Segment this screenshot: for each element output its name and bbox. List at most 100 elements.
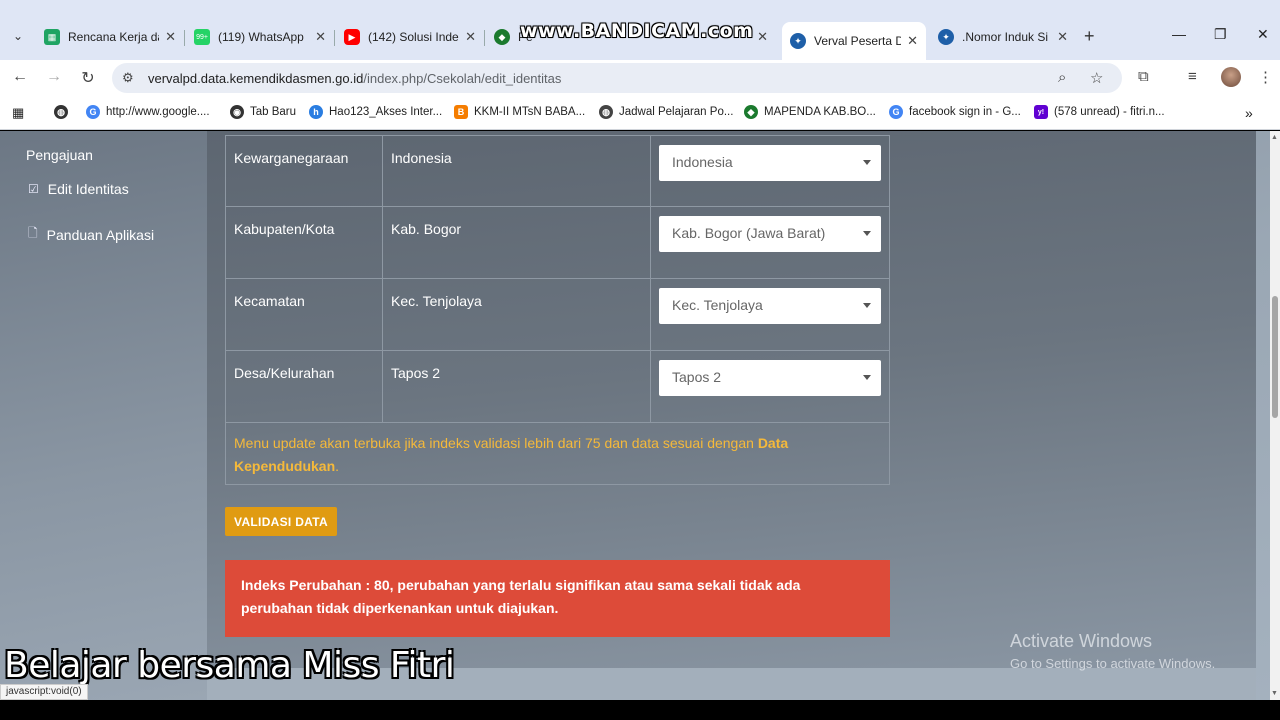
url-text: vervalpd.data.kemendikdasmen.go.id/index… xyxy=(148,71,562,86)
google-icon: G xyxy=(86,105,100,119)
kemenag-icon: ◆ xyxy=(494,29,510,45)
tab-title: (119) WhatsApp xyxy=(218,30,304,44)
scroll-down-icon[interactable]: ▼ xyxy=(1271,690,1278,697)
tab-title: .Nomor Induk Si xyxy=(962,30,1049,44)
reload-button[interactable]: ↻ xyxy=(78,68,98,88)
restore-button[interactable]: ❐ xyxy=(1214,26,1227,43)
youtube-icon: ▶ xyxy=(344,29,360,45)
video-caption: Belajar bersama Miss Fitri xyxy=(4,645,455,686)
close-icon[interactable]: ✕ xyxy=(757,29,768,45)
globe-icon: ◍ xyxy=(599,105,613,119)
globe-icon: ◍ xyxy=(54,105,68,119)
new-tab-button[interactable]: + xyxy=(1084,26,1095,47)
sidebar-heading: Pengajuan xyxy=(26,147,93,163)
bookmark-item[interactable]: B KKM-II MTsN BABA... xyxy=(454,105,585,119)
table-row: Kabupaten/Kota Kab. Bogor Kab. Bogor (Ja… xyxy=(225,207,890,279)
page-content: Pengajuan ☑ Edit Identitas 🗋 Panduan Apl… xyxy=(0,131,1280,700)
tab-search-dropdown[interactable]: ⌄ xyxy=(6,24,30,48)
scrollbar-thumb[interactable] xyxy=(1272,296,1278,418)
edit-icon: ☑ xyxy=(28,182,39,196)
address-bar[interactable]: ⚙ vervalpd.data.kemendikdasmen.go.id/ind… xyxy=(112,63,1122,93)
info-note: Menu update akan terbuka jika indeks val… xyxy=(225,423,890,485)
whatsapp-icon: 99+ xyxy=(194,29,210,45)
bookmarks-bar: ▦ ◍ Ghttp://www.google.... ◉ Tab Baru h Ha… xyxy=(0,96,1280,130)
bookmark-item[interactable]: ◍ Jadwal Pelajaran Po... xyxy=(599,105,733,119)
dropdown-arrow-icon xyxy=(863,303,871,308)
error-alert: Indeks Perubahan : 80, perubahan yang te… xyxy=(225,560,890,637)
field-label: Kewarganegaraan xyxy=(234,150,349,166)
sidebar-item-label: Edit Identitas xyxy=(47,181,129,197)
field-label: Kecamatan xyxy=(234,293,305,309)
sidebar-item-label: Panduan Aplikasi xyxy=(46,226,155,243)
yahoo-icon: y! xyxy=(1034,105,1048,119)
activate-title: Activate Windows xyxy=(1010,631,1153,651)
close-icon[interactable]: ✕ xyxy=(165,29,176,45)
tab-youtube[interactable]: ▶ (142) Solusi Inde ✕ xyxy=(336,22,484,52)
sidebar-item-edit-identitas[interactable]: ☑ Edit Identitas xyxy=(28,181,129,197)
kemenag-icon: ◆ xyxy=(744,105,758,119)
bookmark-item[interactable]: Ghttp://www.google.... xyxy=(86,105,210,119)
site-info-icon[interactable]: ⚙ xyxy=(122,70,134,86)
tab-title: Verval Peserta D xyxy=(814,34,902,48)
bookmark-globe[interactable]: ◍ xyxy=(54,105,74,119)
scroll-up-icon[interactable]: ▲ xyxy=(1271,134,1278,141)
sidebar-item-panduan-aplikasi[interactable]: 🗋 Panduan Aplikasi xyxy=(28,224,154,245)
more-bookmarks-icon[interactable]: » xyxy=(1245,105,1253,121)
sheets-icon: ▦ xyxy=(44,29,60,45)
dropdown-arrow-icon xyxy=(863,160,871,165)
google-icon: G xyxy=(889,105,903,119)
current-value: Kec. Tenjolaya xyxy=(391,293,482,309)
kabupaten-select[interactable]: Kab. Bogor (Jawa Barat) xyxy=(659,216,881,252)
tab-nomor-induk[interactable]: ✦ .Nomor Induk Si ✕ xyxy=(930,22,1076,52)
table-row: Desa/Kelurahan Tapos 2 Tapos 2 xyxy=(225,351,890,423)
letterbox-bar xyxy=(0,700,1280,720)
tab-strip: ⌄ ▦ Rencana Kerja da ✕ 99+ (119) WhatsAp… xyxy=(0,0,1280,60)
kewarganegaraan-select[interactable]: Indonesia xyxy=(659,145,881,181)
close-window-button[interactable]: ✕ xyxy=(1257,26,1269,43)
close-icon[interactable]: ✕ xyxy=(907,33,918,49)
main-panel: Kewarganegaraan Indonesia Indonesia Kabu… xyxy=(207,131,1256,668)
browser-toolbar: ← → ↻ ⚙ vervalpd.data.kemendikdasmen.go.… xyxy=(0,60,1280,96)
dropdown-arrow-icon xyxy=(863,375,871,380)
current-value: Tapos 2 xyxy=(391,365,441,381)
sidebar: Pengajuan ☑ Edit Identitas 🗋 Panduan Apl… xyxy=(0,131,207,700)
field-label: Desa/Kelurahan xyxy=(234,365,335,381)
bookmark-item[interactable]: Gfacebook sign in - G... xyxy=(889,105,1021,119)
media-control-icon[interactable]: ≡ xyxy=(1188,68,1197,85)
extensions-icon[interactable]: ⧉ xyxy=(1138,68,1149,85)
close-icon[interactable]: ✕ xyxy=(1057,29,1068,45)
tab-rencana-kerja[interactable]: ▦ Rencana Kerja da ✕ xyxy=(36,22,184,52)
bookmark-item[interactable]: ◆ MAPENDA KAB.BO... xyxy=(744,105,876,119)
desa-select[interactable]: Tapos 2 xyxy=(659,360,881,396)
bookmark-star-icon[interactable]: ☆ xyxy=(1090,69,1103,87)
kecamatan-select[interactable]: Kec. Tenjolaya xyxy=(659,288,881,324)
identity-table: Kewarganegaraan Indonesia Indonesia Kabu… xyxy=(225,135,890,485)
blogger-icon: B xyxy=(454,105,468,119)
apps-grid-icon[interactable]: ▦ xyxy=(12,105,24,121)
bookmark-item[interactable]: h Hao123_Akses Inter... xyxy=(309,105,442,119)
bookmark-item[interactable]: ◉ Tab Baru xyxy=(230,105,296,119)
tab-title: (142) Solusi Inde xyxy=(368,30,459,44)
more-menu-icon[interactable]: ⋮ xyxy=(1258,68,1273,86)
document-icon: 🗋 xyxy=(28,226,38,240)
table-row: Kecamatan Kec. Tenjolaya Kec. Tenjolaya xyxy=(225,279,890,351)
bookmark-item[interactable]: y! (578 unread) - fitri.n... xyxy=(1034,105,1165,119)
kemendikbud-icon: ✦ xyxy=(938,29,954,45)
scrollbar[interactable]: ▲ ▼ xyxy=(1270,131,1280,700)
forward-button[interactable]: → xyxy=(44,68,64,86)
tab-whatsapp[interactable]: 99+ (119) WhatsApp ✕ xyxy=(186,22,334,52)
activate-subtitle: Go to Settings to activate Windows. xyxy=(1010,656,1216,671)
chrome-icon: ◉ xyxy=(230,105,244,119)
minimize-button[interactable]: — xyxy=(1172,26,1186,42)
avatar[interactable] xyxy=(1221,67,1241,87)
back-button[interactable]: ← xyxy=(10,68,30,86)
bandicam-watermark: www.BANDICAM.com xyxy=(520,20,754,42)
close-icon[interactable]: ✕ xyxy=(315,29,326,45)
zoom-icon[interactable]: ⌕ xyxy=(1058,69,1066,86)
tab-verval-peserta[interactable]: ✦ Verval Peserta D ✕ xyxy=(782,22,926,60)
validasi-data-button[interactable]: VALIDASI DATA xyxy=(225,507,337,536)
table-row: Kewarganegaraan Indonesia Indonesia xyxy=(225,135,890,207)
tab-title: Rencana Kerja da xyxy=(68,30,160,44)
field-label: Kabupaten/Kota xyxy=(234,221,335,237)
close-icon[interactable]: ✕ xyxy=(465,29,476,45)
